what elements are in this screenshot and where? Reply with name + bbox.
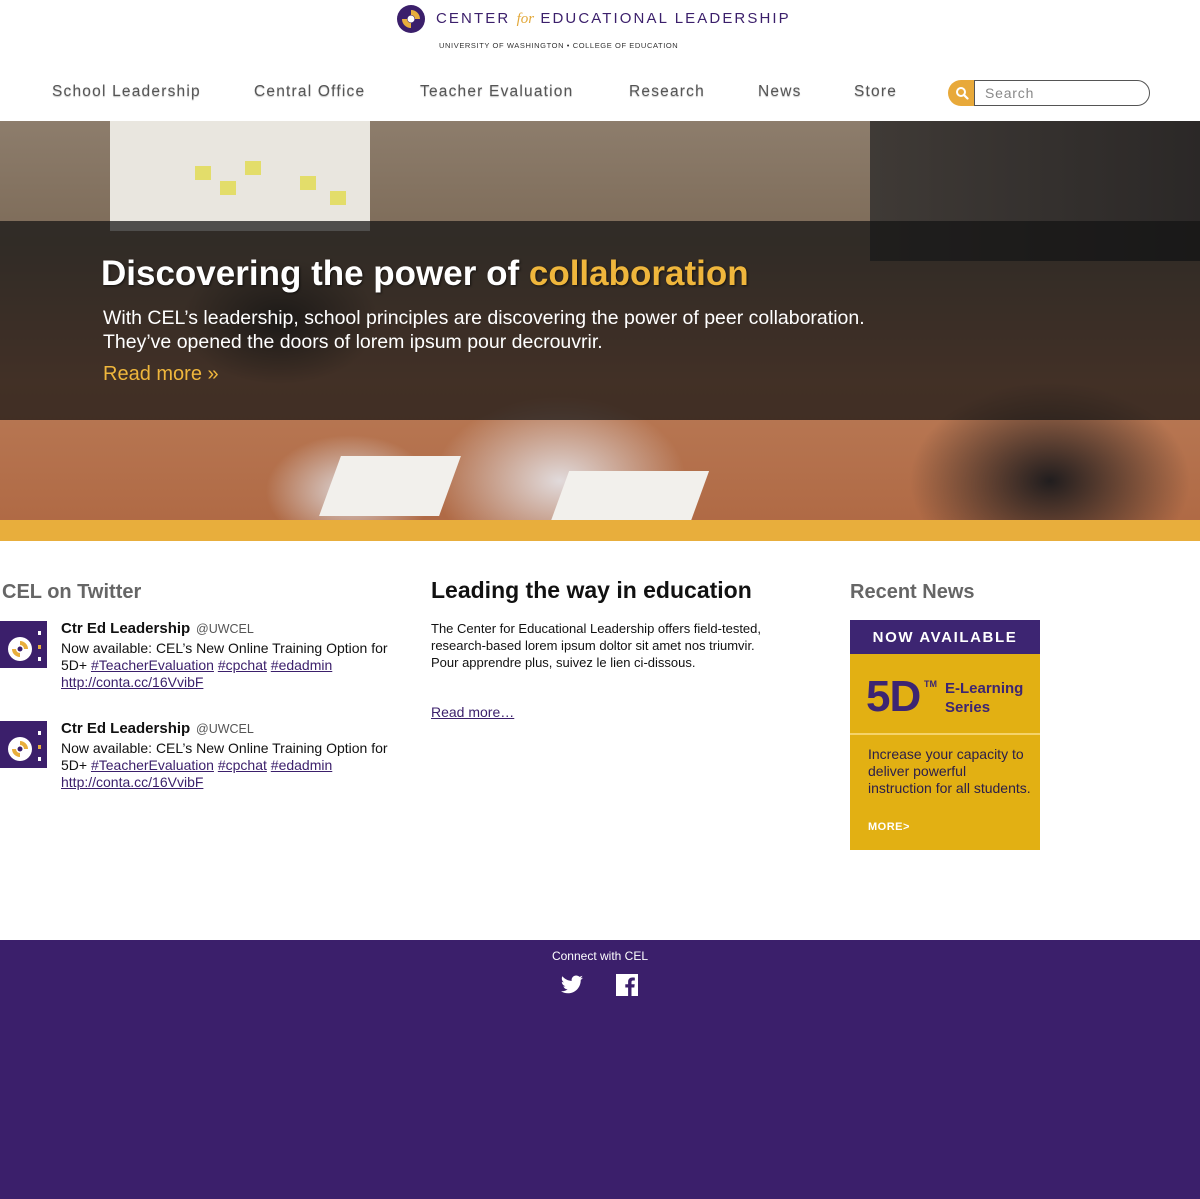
hashtag-link[interactable]: #edadmin [271, 757, 333, 773]
twitter-icon[interactable] [560, 973, 584, 997]
tweet-body: Now available: CEL’s New Online Training… [61, 640, 406, 691]
cel-logo-icon [8, 731, 41, 761]
hashtag-link[interactable]: #TeacherEvaluation [91, 757, 214, 773]
tweet-avatar[interactable] [0, 721, 47, 768]
site-footer: Connect with CEL [0, 940, 1200, 1199]
twitter-section-title: CEL on Twitter [2, 581, 142, 603]
tweet-url-link[interactable]: http://conta.cc/16VvibF [61, 774, 203, 790]
hero-photo-paper [319, 456, 461, 516]
hero-photo-whiteboard [110, 121, 370, 231]
hero-photo-sticky-note [300, 176, 316, 190]
tweet: Ctr Ed Leadership @UWCEL Now available: … [0, 620, 410, 700]
hashtag-link[interactable]: #cpchat [218, 657, 267, 673]
hero-title-accent: collaboration [528, 254, 749, 293]
tweet-url-link[interactable]: http://conta.cc/16VvibF [61, 674, 203, 690]
tweet-author-name[interactable]: Ctr Ed Leadership [61, 720, 190, 737]
ad-divider [850, 733, 1040, 735]
logo-title-post: EDUCATIONAL LEADERSHIP [540, 10, 791, 27]
hero-title: Discovering the power of collaboration [101, 254, 749, 294]
cel-logo[interactable]: CENTER for EDUCATIONAL LEADERSHIP UNIVER… [396, 2, 806, 52]
hero-photo-paper [550, 471, 710, 520]
hashtag-link[interactable]: #cpchat [218, 757, 267, 773]
news-ad-5d[interactable]: NOW AVAILABLE 5D TM E-Learning Series In… [850, 620, 1040, 850]
logo-subtitle: UNIVERSITY OF WASHINGTON • COLLEGE OF ED… [439, 41, 679, 50]
tweet-handle[interactable]: @UWCEL [196, 722, 254, 736]
nav-item-research[interactable]: Research [629, 83, 705, 101]
main-section-title: Leading the way in education [431, 577, 752, 603]
hero-read-more-link[interactable]: Read more » [103, 363, 219, 386]
hashtag-link[interactable]: #edadmin [271, 657, 333, 673]
logo-title-pre: CENTER [436, 10, 511, 27]
ad-series-label: E-Learning Series [945, 680, 1024, 716]
ad-more-link[interactable]: MORE> [868, 821, 910, 833]
tweet-body: Now available: CEL’s New Online Training… [61, 740, 406, 791]
tweet-author-name[interactable]: Ctr Ed Leadership [61, 620, 190, 637]
hero-photo-sticky-note [220, 181, 236, 195]
hero-text-line2: They’ve opened the doors of lorem ipsum … [103, 331, 603, 353]
hero-text: With CEL’s leadership, school principles… [103, 306, 923, 354]
ad-trademark: TM [924, 679, 937, 689]
tweet-avatar[interactable] [0, 621, 47, 668]
nav-item-central-office[interactable]: Central Office [254, 83, 365, 101]
nav-item-store[interactable]: Store [854, 83, 897, 101]
ad-banner-label: NOW AVAILABLE [850, 620, 1040, 654]
nav-item-teacher-evaluation[interactable]: Teacher Evaluation [420, 83, 573, 101]
logo-title-for: for [516, 11, 535, 27]
hero-photo-sticky-note [195, 166, 211, 180]
cel-logo-icon [8, 631, 41, 661]
facebook-icon[interactable] [615, 973, 639, 997]
hero-photo-sticky-note [245, 161, 261, 175]
main-read-more-link[interactable]: Read more… [431, 704, 514, 720]
tweet: Ctr Ed Leadership @UWCEL Now available: … [0, 720, 410, 800]
search-box [948, 80, 1150, 106]
gold-divider-bar [0, 520, 1200, 541]
search-input[interactable] [974, 80, 1150, 106]
hashtag-link[interactable]: #TeacherEvaluation [91, 657, 214, 673]
hero-text-line1: With CEL’s leadership, school principles… [103, 307, 865, 329]
search-icon [956, 87, 969, 100]
footer-connect-label: Connect with CEL [551, 949, 649, 963]
cel-logo-icon [397, 5, 425, 33]
main-nav: School Leadership Central Office Teacher… [0, 83, 940, 107]
search-button[interactable] [948, 80, 976, 106]
nav-item-school-leadership[interactable]: School Leadership [52, 83, 201, 101]
news-section-title: Recent News [850, 581, 975, 603]
hero-title-main: Discovering the power of [101, 254, 529, 293]
hero-photo-sticky-note [330, 191, 346, 205]
logo-title: CENTER for EDUCATIONAL LEADERSHIP [436, 10, 791, 28]
nav-item-news[interactable]: News [758, 83, 802, 101]
ad-product-name: 5D [866, 672, 921, 721]
ad-description: Increase your capacity to deliver powerf… [868, 746, 1031, 796]
main-section-text: The Center for Educational Leadership of… [431, 621, 762, 670]
tweet-handle[interactable]: @UWCEL [196, 622, 254, 636]
site-header: CENTER for EDUCATIONAL LEADERSHIP UNIVER… [0, 0, 1200, 121]
hero-banner: Discovering the power of collaboration W… [0, 121, 1200, 520]
